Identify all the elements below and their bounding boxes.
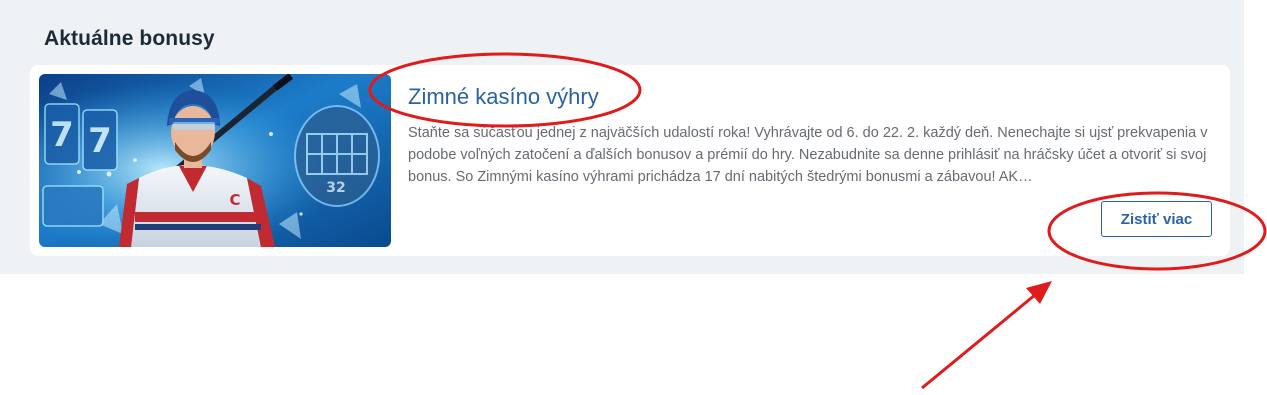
section-title: Aktuálne bonusy [44, 27, 215, 50]
bonus-image[interactable]: 7 7 32 C [39, 74, 391, 247]
bonus-description: Staňte sa súčasťou jednej z najväčších u… [408, 125, 1208, 185]
svg-text:32: 32 [326, 180, 345, 196]
bonus-section: Aktuálne bonusy 7 7 32 C Zimné kasíno vý… [0, 0, 1244, 274]
bonus-title[interactable]: Zimné kasíno výhry [408, 84, 599, 110]
svg-text:7: 7 [88, 121, 112, 161]
learn-more-button[interactable]: Zistiť viac [1101, 201, 1212, 237]
hockey-player-illustration: 7 7 32 C [39, 74, 391, 247]
svg-text:7: 7 [50, 115, 74, 155]
annotation-arrow [921, 281, 1052, 390]
svg-text:C: C [229, 191, 240, 209]
bonus-card: 7 7 32 C Zimné kasíno výhry Staňte sa sú… [30, 65, 1230, 256]
